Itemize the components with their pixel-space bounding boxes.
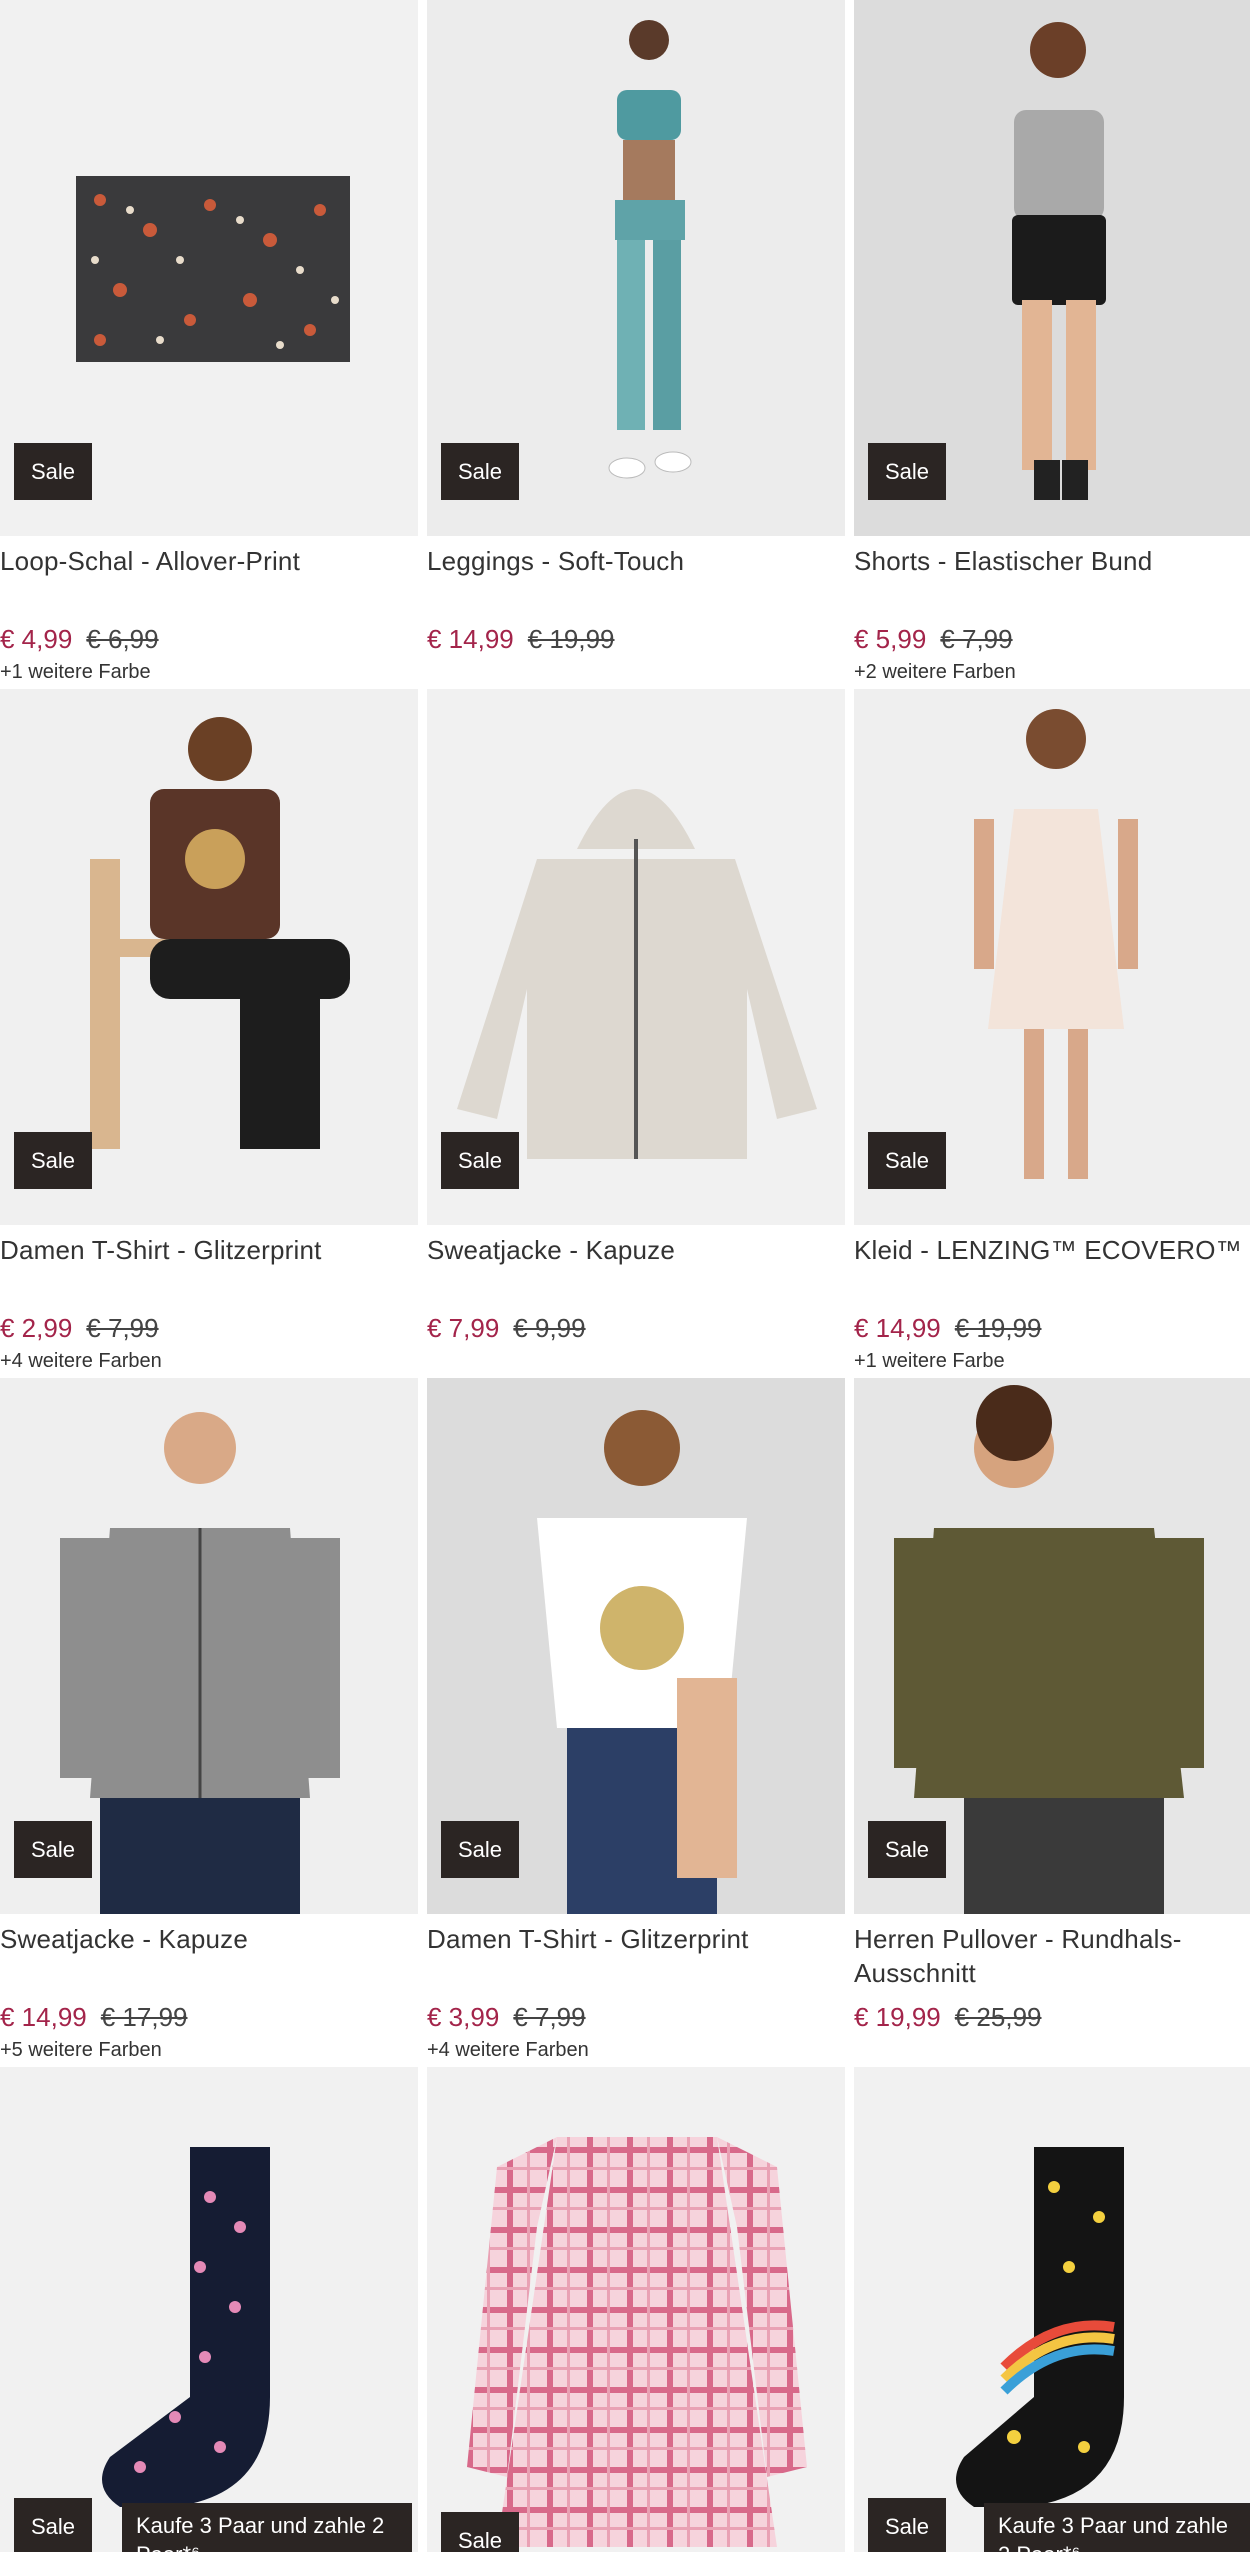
sale-badge: Sale (441, 1821, 519, 1878)
product-title[interactable]: Shorts - Elastischer Bund (854, 544, 1250, 622)
sale-badge: Sale (868, 1132, 946, 1189)
sale-badge: Sale (868, 1821, 946, 1878)
sale-price: € 14,99 (427, 624, 514, 654)
sale-price: € 2,99 (0, 1313, 73, 1343)
shorts-image[interactable]: Sale (854, 0, 1250, 536)
star-socks-illustration (854, 2067, 1250, 2552)
old-price: € 6,99 (86, 624, 159, 654)
old-price: € 25,99 (954, 2002, 1042, 2032)
sale-badge: Sale (441, 443, 519, 500)
checked-shirt-image[interactable]: Sale (427, 2067, 845, 2552)
old-price: € 7,99 (940, 624, 1013, 654)
product-title[interactable]: Kleid - LENZING™ ECOVERO™ (854, 1233, 1250, 1311)
product-price: € 2,99 € 7,99 (0, 1311, 418, 1345)
product-price: € 5,99 € 7,99 (854, 622, 1250, 656)
promo-badge: Kaufe 3 Paar und zahle 2 Paar*⁶ (984, 2503, 1250, 2552)
sale-badge: Sale (868, 2498, 946, 2552)
color-count[interactable]: +2 weitere Farben (854, 658, 1250, 686)
product-card[interactable]: Sale Kaufe 3 Paar und zahle 2 Paar*⁶ (0, 2067, 418, 2552)
tshirt-brown-image[interactable]: Sale (0, 689, 418, 1225)
dress-image[interactable]: Sale (854, 689, 1250, 1225)
leggings-image[interactable]: Sale (427, 0, 845, 536)
product-price: € 14,99 € 17,99 (0, 2000, 418, 2034)
sale-badge: Sale (14, 1821, 92, 1878)
sale-price: € 4,99 (0, 624, 73, 654)
product-card[interactable]: Sale Damen T-Shirt - Glitzerprint € 3,99… (427, 1378, 845, 2067)
old-price: € 19,99 (954, 1313, 1042, 1343)
sale-price: € 7,99 (427, 1313, 500, 1343)
sale-badge: Sale (14, 443, 92, 500)
sale-badge: Sale (441, 1132, 519, 1189)
product-card[interactable]: Sale Shorts - Elastischer Bund € 5,99 € 7… (854, 0, 1250, 689)
product-card[interactable]: Sale Leggings - Soft-Touch € 14,99 € 19,9… (427, 0, 845, 689)
product-title[interactable]: Leggings - Soft-Touch (427, 544, 845, 622)
old-price: € 7,99 (513, 2002, 586, 2032)
hoodie-grey-image[interactable]: Sale (0, 1378, 418, 1914)
color-count[interactable]: +5 weitere Farben (0, 2036, 418, 2064)
sale-price: € 3,99 (427, 2002, 500, 2032)
flamingo-socks-image[interactable]: Sale Kaufe 3 Paar und zahle 2 Paar*⁶ (0, 2067, 418, 2552)
color-count[interactable]: +4 weitere Farben (427, 2036, 845, 2064)
checked-shirt-illustration (427, 2067, 845, 2552)
product-card[interactable]: Sale Kleid - LENZING™ ECOVERO™ € 14,99 € … (854, 689, 1250, 1378)
sale-price: € 14,99 (0, 2002, 87, 2032)
hoodie-beige-image[interactable]: Sale (427, 689, 845, 1225)
tshirt-white-image[interactable]: Sale (427, 1378, 845, 1914)
product-price: € 7,99 € 9,99 (427, 1311, 845, 1345)
product-card[interactable]: Sale Sweatjacke - Kapuze € 14,99 € 17,99 … (0, 1378, 418, 2067)
sale-price: € 19,99 (854, 2002, 941, 2032)
color-count[interactable]: +1 weitere Farbe (854, 1347, 1250, 1375)
product-card[interactable]: Sale Herren Pullover - Rundhals-Ausschni… (854, 1378, 1250, 2067)
sale-badge: Sale (14, 2498, 92, 2552)
product-price: € 14,99 € 19,99 (427, 622, 845, 656)
product-title[interactable]: Herren Pullover - Rundhals-Ausschnitt (854, 1922, 1250, 2000)
color-count[interactable]: +1 weitere Farbe (0, 658, 418, 686)
old-price: € 19,99 (527, 624, 615, 654)
product-grid: Sale Loop-Schal - Allover-Print € 4,99 € … (0, 0, 1250, 2552)
product-price: € 14,99 € 19,99 (854, 1311, 1250, 1345)
scarf-image[interactable]: Sale (0, 0, 418, 536)
sale-badge: Sale (868, 443, 946, 500)
product-price: € 3,99 € 7,99 (427, 2000, 845, 2034)
product-title[interactable]: Sweatjacke - Kapuze (0, 1922, 418, 2000)
product-title[interactable]: Loop-Schal - Allover-Print (0, 544, 418, 622)
sale-badge: Sale (441, 2512, 519, 2552)
sale-price: € 14,99 (854, 1313, 941, 1343)
product-price: € 4,99 € 6,99 (0, 622, 418, 656)
product-card[interactable]: Sale (427, 2067, 845, 2552)
product-card[interactable]: Sale Kaufe 3 Paar und zahle 2 Paar*⁶ (854, 2067, 1250, 2552)
old-price: € 17,99 (100, 2002, 188, 2032)
product-card[interactable]: Sale Sweatjacke - Kapuze € 7,99 € 9,99 (427, 689, 845, 1378)
product-title[interactable]: Sweatjacke - Kapuze (427, 1233, 845, 1311)
color-count[interactable]: +4 weitere Farben (0, 1347, 418, 1375)
old-price: € 9,99 (513, 1313, 586, 1343)
sale-badge: Sale (14, 1132, 92, 1189)
sale-price: € 5,99 (854, 624, 927, 654)
pullover-image[interactable]: Sale (854, 1378, 1250, 1914)
promo-badge: Kaufe 3 Paar und zahle 2 Paar*⁶ (122, 2503, 412, 2552)
product-title[interactable]: Damen T-Shirt - Glitzerprint (0, 1233, 418, 1311)
product-price: € 19,99 € 25,99 (854, 2000, 1250, 2034)
flamingo-socks-illustration (0, 2067, 418, 2552)
old-price: € 7,99 (86, 1313, 159, 1343)
product-card[interactable]: Sale Loop-Schal - Allover-Print € 4,99 € … (0, 0, 418, 689)
star-socks-image[interactable]: Sale Kaufe 3 Paar und zahle 2 Paar*⁶ (854, 2067, 1250, 2552)
product-title[interactable]: Damen T-Shirt - Glitzerprint (427, 1922, 845, 2000)
product-card[interactable]: Sale Damen T-Shirt - Glitzerprint € 2,99… (0, 689, 418, 1378)
